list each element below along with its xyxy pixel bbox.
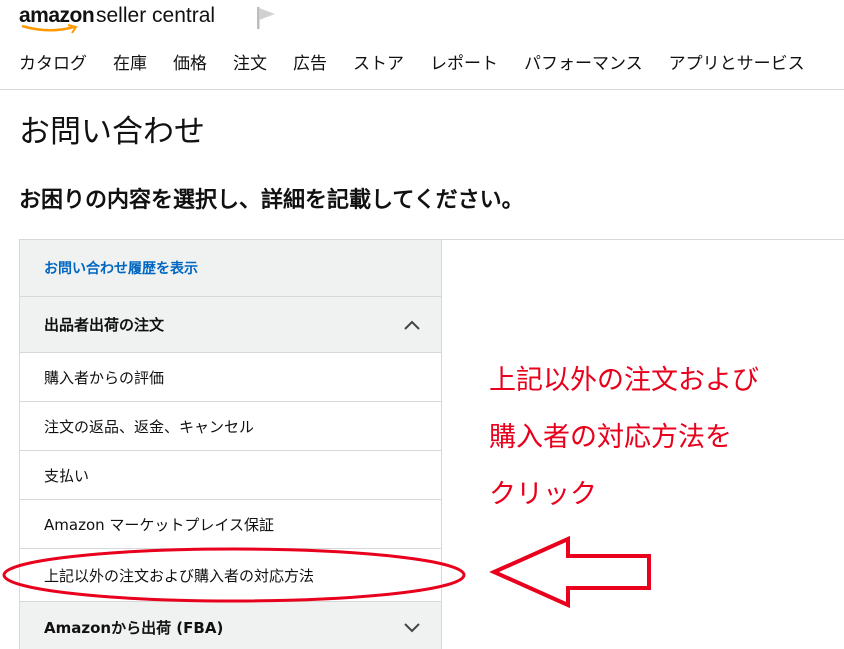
nav-stores[interactable]: ストア (353, 52, 404, 78)
list-item-a-to-z-guarantee[interactable]: Amazon マーケットプレイス保証 (20, 500, 441, 549)
top-header: amazon seller central カタログ 在庫 価格 注文 広告 ス… (0, 0, 844, 90)
list-item-buyer-feedback[interactable]: 購入者からの評価 (20, 353, 441, 402)
section-title: Amazonから出荷 (FBA) (44, 618, 224, 637)
list-item-payments[interactable]: 支払い (20, 451, 441, 500)
nav-apps-services[interactable]: アプリとサービス (669, 52, 805, 78)
nav-reports[interactable]: レポート (430, 52, 498, 78)
main-nav: カタログ 在庫 価格 注文 広告 ストア レポート パフォーマンス アプリとサー… (19, 52, 831, 78)
flag-icon[interactable] (254, 5, 278, 31)
annotation-line-1: 上記以外の注文および (489, 365, 759, 396)
list-item-label: Amazon マーケットプレイス保証 (44, 515, 274, 534)
nav-advertising[interactable]: 広告 (293, 52, 327, 78)
amazon-smile-icon (21, 24, 78, 34)
list-item-other-orders-buyers[interactable]: 上記以外の注文および購入者の対応方法 (20, 549, 441, 602)
list-item-label: 支払い (44, 466, 90, 485)
page-title: お問い合わせ (19, 114, 205, 150)
nav-pricing[interactable]: 価格 (173, 52, 207, 78)
history-row: お問い合わせ履歴を表示 (20, 240, 441, 297)
chevron-up-icon[interactable] (403, 319, 421, 331)
nav-catalog[interactable]: カタログ (19, 52, 87, 78)
list-item-label: 上記以外の注文および購入者の対応方法 (44, 566, 315, 585)
list-item-returns-refunds[interactable]: 注文の返品、返金、キャンセル (20, 402, 441, 451)
contact-category-panel: お問い合わせ履歴を表示 出品者出荷の注文 購入者からの評価 注文の返品、返金、キ… (19, 239, 442, 649)
chevron-down-icon[interactable] (403, 621, 421, 633)
list-item-label: 購入者からの評価 (44, 368, 165, 387)
nav-inventory[interactable]: 在庫 (113, 52, 147, 78)
section-title: 出品者出荷の注文 (44, 316, 165, 334)
section-header-merchant-fulfilled[interactable]: 出品者出荷の注文 (20, 297, 441, 353)
nav-orders[interactable]: 注文 (233, 52, 267, 78)
list-item-label: 注文の返品、返金、キャンセル (44, 417, 255, 436)
logo-seller-central-text: seller central (96, 4, 216, 27)
view-contact-history-link[interactable]: お問い合わせ履歴を表示 (44, 258, 198, 278)
amazon-seller-central-logo[interactable]: amazon seller central (19, 4, 229, 34)
nav-performance[interactable]: パフォーマンス (524, 52, 643, 78)
annotation-line-2: 購入者の対応方法を (489, 422, 732, 453)
annotation-line-3: クリック (489, 479, 597, 510)
section-header-fba[interactable]: Amazonから出荷 (FBA) (20, 602, 441, 649)
page-subtitle: お困りの内容を選択し、詳細を記載してください。 (19, 188, 524, 213)
